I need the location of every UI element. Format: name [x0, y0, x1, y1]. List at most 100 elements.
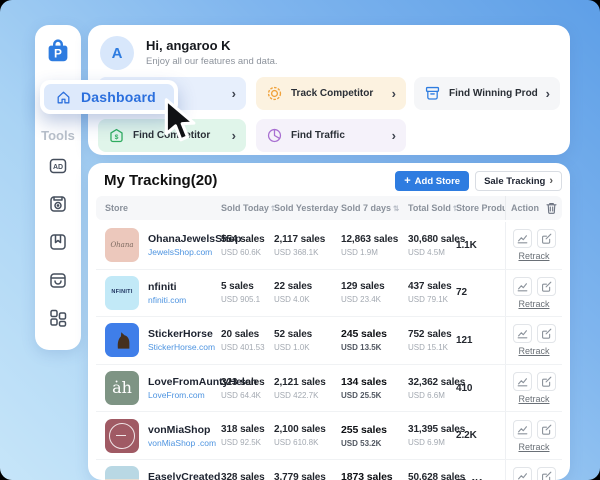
analytics-button[interactable] — [513, 277, 532, 296]
table-header: Store Sold Today⇅ Sold Yesterday⇅ Sold 7… — [96, 196, 562, 220]
target-icon — [266, 85, 283, 102]
store-domain-link[interactable]: nfiniti.com — [148, 295, 186, 305]
store-logo: ȧh — [105, 371, 139, 405]
cell-sold-7-days: 255 sales USD 53.2K — [341, 424, 408, 448]
table-rows: Ohana OhanaJewelsShop JewelsShop.com 554… — [96, 222, 562, 480]
col-total-sold[interactable]: Total Sold⇅ — [408, 203, 456, 213]
library-icon[interactable] — [47, 231, 69, 253]
retrack-link[interactable]: Retrack — [518, 394, 549, 404]
tools-label: Tools — [41, 128, 75, 143]
analytics-button[interactable] — [513, 467, 532, 480]
retrack-link[interactable]: Retrack — [518, 251, 549, 261]
table-row: vonMiaShop vonMiaShop .com 318 sales USD… — [96, 412, 562, 460]
feature-card-find-competitor[interactable]: $ Find Competitor › — [98, 119, 246, 152]
shop-dollar-icon: $ — [108, 127, 125, 144]
feature-card-track-competitor[interactable]: Track Competitor › — [256, 77, 406, 110]
greeting-title: Hi, angaroo K — [146, 38, 231, 53]
cell-sold-yesterday: 2,117 sales USD 368.1K — [274, 234, 341, 257]
cell-action: Retrack — [505, 460, 562, 480]
greeting-subtitle: Enjoy all our features and data. — [146, 56, 278, 67]
app-logo[interactable]: P — [42, 34, 74, 66]
shopping-bag-logo-icon: P — [43, 35, 73, 65]
cell-action: Retrack — [505, 365, 562, 412]
retrack-link[interactable]: Retrack — [518, 442, 549, 452]
store-name: vonMiaShop — [148, 424, 216, 436]
feature-card-find-traffic[interactable]: Find Traffic › — [256, 119, 406, 152]
svg-text:$: $ — [115, 134, 119, 141]
edit-button[interactable] — [537, 229, 556, 248]
chevron-right-icon: › — [549, 175, 553, 187]
col-sold-7-days[interactable]: Sold 7 days⇅ — [341, 203, 408, 213]
ad-tool-icon[interactable]: AD — [47, 155, 69, 177]
store-logo: NFINITI — [105, 276, 139, 310]
sort-icon: ⇅ — [393, 204, 399, 213]
cell-total-sold: 437 sales USD 79.1K — [408, 281, 456, 304]
cell-sold-yesterday: 22 sales USD 4.0K — [274, 281, 341, 304]
col-store-products: Store Products — [456, 203, 505, 213]
chevron-right-icon: › — [392, 129, 396, 142]
table-row: Ohana OhanaJewelsShop JewelsShop.com 554… — [96, 222, 562, 270]
retrack-link[interactable]: Retrack — [518, 346, 549, 356]
app-window: P Tools AD A Hi, angaroo K Enjoy all o — [0, 0, 600, 480]
store-domain-link[interactable]: JewelsShop.com — [148, 247, 221, 257]
edit-button[interactable] — [537, 467, 556, 480]
cell-store-products: 2.2K — [456, 430, 505, 441]
product-research-icon[interactable] — [47, 193, 69, 215]
product-box-icon — [424, 85, 441, 102]
dashboard-label: Dashboard — [81, 89, 156, 105]
store-name: LoveFromAuntyHelen — [148, 376, 221, 388]
store-domain-link[interactable]: StickerHorse.com — [148, 342, 215, 352]
retrack-link[interactable]: Retrack — [518, 299, 549, 309]
col-sold-today[interactable]: Sold Today⇅ — [221, 203, 274, 213]
cell-sold-today: 5 sales USD 905.1 — [221, 281, 274, 304]
chevron-right-icon: › — [232, 129, 236, 142]
edit-button[interactable] — [537, 420, 556, 439]
tracking-table: Store Sold Today⇅ Sold Yesterday⇅ Sold 7… — [96, 196, 562, 480]
store-name: StickerHorse — [148, 328, 215, 340]
store-domain-link[interactable]: vonMiaShop .com — [148, 438, 216, 448]
svg-text:AD: AD — [53, 164, 63, 171]
cell-total-sold: 32,362 sales USD 6.6M — [408, 377, 456, 400]
add-store-button[interactable]: + Add Store — [395, 171, 469, 191]
cell-sold-today: 328 sales USD 14.4K — [221, 472, 274, 480]
cell-store-products: 72 — [456, 287, 505, 298]
table-row: StickerHorse StickerHorse.com 20 sales U… — [96, 317, 562, 365]
store-name: nfiniti — [148, 281, 186, 293]
cell-sold-yesterday: 2,100 sales USD 610.8K — [274, 424, 341, 447]
store-logo — [105, 466, 139, 480]
analytics-button[interactable] — [513, 324, 532, 343]
delete-all-icon[interactable] — [546, 202, 557, 214]
store-domain-link[interactable]: LoveFrom.com — [148, 390, 221, 400]
home-icon — [55, 89, 72, 106]
cell-sold-yesterday: 3,779 sales USD 165.7K — [274, 472, 341, 480]
dashboard-nav-popout[interactable]: Dashboard — [40, 80, 178, 114]
analytics-button[interactable] — [513, 420, 532, 439]
edit-button[interactable] — [537, 372, 556, 391]
pie-chart-icon — [266, 127, 283, 144]
store-bag-icon[interactable] — [47, 269, 69, 291]
apps-grid-icon[interactable] — [47, 307, 69, 329]
cell-sold-7-days: 12,863 sales USD 1.9M — [341, 234, 408, 257]
cell-total-sold: 50,628 sales USD 2.4M — [408, 472, 456, 480]
table-row: EaselyCreated EaselyCreated .com 328 sal… — [96, 460, 562, 480]
edit-button[interactable] — [537, 277, 556, 296]
col-action: Action — [505, 196, 562, 220]
feature-card-find-winning-product[interactable]: Find Winning Product › — [414, 77, 560, 110]
analytics-button[interactable] — [513, 372, 532, 391]
avatar[interactable]: A — [100, 36, 134, 70]
cell-total-sold: 31,395 sales USD 6.9M — [408, 424, 456, 447]
cell-action: Retrack — [505, 317, 562, 364]
my-tracking-title: My Tracking(20) — [104, 172, 217, 189]
cell-sold-today: 323 sales USD 64.4K — [221, 377, 274, 400]
sale-tracking-button[interactable]: Sale Tracking › — [475, 171, 562, 191]
chevron-right-icon: › — [546, 87, 550, 100]
col-sold-yesterday[interactable]: Sold Yesterday⇅ — [274, 203, 341, 213]
analytics-button[interactable] — [513, 229, 532, 248]
horse-logo-art — [109, 327, 135, 353]
cell-sold-yesterday: 52 sales USD 1.0K — [274, 329, 341, 352]
cell-action: Retrack — [505, 412, 562, 459]
store-logo — [105, 419, 139, 453]
cell-total-sold: 752 sales USD 15.1K — [408, 329, 456, 352]
cell-action: Retrack — [505, 222, 562, 269]
edit-button[interactable] — [537, 324, 556, 343]
